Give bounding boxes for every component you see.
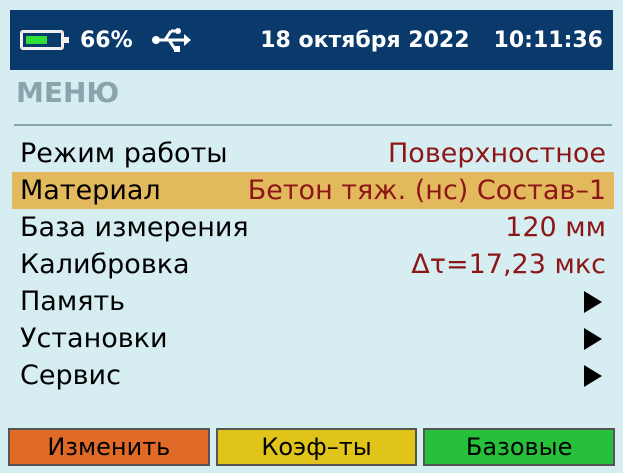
coefficients-button[interactable]: Коэф–ты bbox=[215, 428, 418, 466]
submenu-arrow-icon bbox=[584, 364, 602, 387]
submenu-arrow-icon bbox=[584, 290, 602, 313]
battery-tip bbox=[64, 37, 69, 43]
status-date: 18 октября 2022 bbox=[260, 27, 470, 53]
menu-item-label: База измерения bbox=[20, 212, 249, 243]
menu-item-label: Режим работы bbox=[20, 138, 228, 169]
menu-item-value: Бетон тяж. (нс) Состав–1 bbox=[247, 175, 606, 206]
change-button[interactable]: Изменить bbox=[8, 428, 210, 466]
menu-title: МЕНЮ bbox=[16, 76, 120, 109]
menu-item-value: Δτ=17,23 мкс bbox=[411, 249, 606, 280]
menu-item-calibration[interactable]: Калибровка Δτ=17,23 мкс bbox=[12, 246, 614, 283]
submenu-arrow-icon bbox=[584, 327, 602, 350]
device-screen: 66% 18 октября 2022 10:11:36 МЕНЮ Режим … bbox=[0, 0, 623, 473]
menu-item-value: Поверхностное bbox=[388, 138, 606, 169]
menu-item-label: Материал bbox=[20, 175, 161, 206]
battery-fill bbox=[26, 36, 47, 44]
status-time: 10:11:36 bbox=[493, 27, 603, 53]
menu-item-label: Память bbox=[20, 286, 126, 317]
menu-item-measurement-base[interactable]: База измерения 120 мм bbox=[12, 209, 614, 246]
menu-item-service[interactable]: Сервис bbox=[12, 357, 614, 394]
usb-icon bbox=[151, 28, 191, 52]
title-divider bbox=[14, 124, 612, 126]
battery-icon bbox=[20, 30, 69, 50]
menu-item-memory[interactable]: Память bbox=[12, 283, 614, 320]
menu-item-material[interactable]: Материал Бетон тяж. (нс) Состав–1 bbox=[12, 172, 614, 209]
softkey-bar: Изменить Коэф–ты Базовые bbox=[8, 428, 615, 466]
battery-percent: 66% bbox=[80, 27, 133, 53]
menu-item-settings[interactable]: Установки bbox=[12, 320, 614, 357]
menu-item-operating-mode[interactable]: Режим работы Поверхностное bbox=[12, 135, 614, 172]
menu-item-label: Установки bbox=[20, 323, 168, 354]
status-bar: 66% 18 октября 2022 10:11:36 bbox=[10, 10, 613, 70]
menu-item-label: Сервис bbox=[20, 360, 121, 391]
menu-item-value: 120 мм bbox=[505, 212, 606, 243]
menu-item-label: Калибровка bbox=[20, 249, 190, 280]
base-button[interactable]: Базовые bbox=[423, 428, 615, 466]
